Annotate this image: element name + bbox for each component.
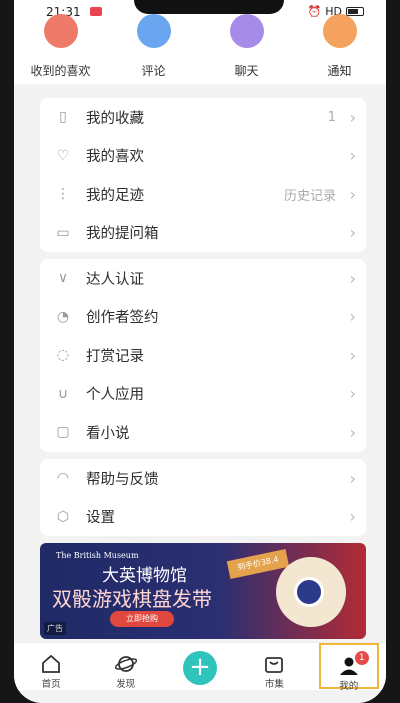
quick-notifications[interactable]: 通知 — [300, 14, 380, 84]
footprint-icon: ⋮ — [56, 186, 70, 203]
menu-item-creator-contract[interactable]: ◔ 创作者签约 › — [40, 298, 366, 337]
contract-icon: ◔ — [56, 308, 70, 325]
phone-screen: 21:31 ⏰ HD 收到的喜欢 评论 聊天 通知 ▯ 我的收藏 1 › ♡ 我… — [14, 0, 386, 703]
menu-item-question-box[interactable]: ▭ 我的提问箱 › — [40, 214, 366, 253]
menu-item-settings[interactable]: ⬡ 设置 › — [40, 498, 366, 537]
menu-group-support: ◠ 帮助与反馈 › ⬡ 设置 › — [40, 459, 366, 536]
menu-label: 我的足迹 — [86, 187, 144, 204]
quick-label: 聊天 — [234, 64, 259, 78]
buy-now-button[interactable]: 立即抢购 — [110, 611, 174, 627]
chevron-right-icon: › — [349, 223, 356, 243]
menu-group-personal: ▯ 我的收藏 1 › ♡ 我的喜欢 › ⋮ 我的足迹 历史记录 › ▭ 我的提问… — [40, 98, 366, 252]
tab-add[interactable]: + — [170, 643, 230, 691]
notch — [134, 0, 284, 14]
menu-item-likes[interactable]: ♡ 我的喜欢 › — [40, 137, 366, 176]
chevron-right-icon: › — [349, 422, 356, 442]
menu-label: 我的提问箱 — [86, 226, 159, 243]
alarm-icon: ⏰ — [307, 5, 322, 18]
bag-icon — [263, 653, 285, 675]
magnet-icon: ∪ — [57, 385, 69, 402]
ad-tag: 广告 — [44, 622, 66, 635]
bell-icon — [322, 14, 357, 48]
tab-label: 首页 — [41, 679, 61, 690]
tab-discover[interactable]: 发现 — [96, 643, 156, 691]
chevron-right-icon: › — [349, 507, 356, 527]
chevron-right-icon: › — [349, 307, 356, 327]
question-box-icon: ▭ — [56, 224, 70, 241]
home-icon — [40, 653, 62, 675]
ad-banner[interactable]: The British Museum 大英博物馆 双骰游戏棋盘发带 到手价38.… — [40, 543, 366, 639]
menu-item-personal-apps[interactable]: ∪ 个人应用 › — [40, 375, 366, 414]
bookmark-icon: ▯ — [59, 109, 67, 126]
menu-label: 看小说 — [86, 425, 130, 442]
tab-label: 发现 — [116, 679, 136, 690]
menu-value: 历史记录 — [283, 188, 336, 204]
banner-subtitle: 双骰游戏棋盘发带 — [52, 587, 212, 611]
menu-group-creator: ∨ 达人认证 › ◔ 创作者签约 › ◌ 打赏记录 › ∪ 个人应用 › ▢ 看… — [40, 259, 366, 452]
planet-icon — [114, 653, 137, 675]
headset-icon: ◠ — [56, 470, 70, 487]
chevron-right-icon: › — [349, 107, 356, 127]
tab-market[interactable]: 市集 — [244, 643, 304, 691]
quick-actions: 收到的喜欢 评论 聊天 通知 — [14, 14, 386, 84]
menu-label: 个人应用 — [86, 387, 144, 404]
heart-outline-icon: ♡ — [56, 147, 70, 164]
quick-received-likes[interactable]: 收到的喜欢 — [21, 14, 101, 84]
battery-icon — [346, 7, 364, 16]
heart-icon — [43, 14, 78, 48]
quick-label: 通知 — [327, 64, 352, 78]
book-icon: ▢ — [56, 424, 70, 441]
tip-icon: ◌ — [56, 347, 70, 364]
quick-chat[interactable]: 聊天 — [207, 14, 287, 84]
comment-icon — [136, 14, 171, 48]
menu-label: 我的喜欢 — [86, 149, 144, 166]
notification-badge: 1 — [354, 651, 369, 665]
add-icon: + — [182, 651, 217, 685]
chevron-right-icon: › — [349, 184, 356, 204]
menu-item-verification[interactable]: ∨ 达人认证 › — [40, 259, 366, 298]
menu-value: 1 — [327, 109, 336, 125]
menu-item-novels[interactable]: ▢ 看小说 › — [40, 413, 366, 452]
menu-label: 创作者签约 — [86, 310, 159, 327]
chevron-right-icon: › — [349, 146, 356, 166]
menu-item-footprints[interactable]: ⋮ 我的足迹 历史记录 › — [40, 175, 366, 214]
tab-label: 我的 — [339, 681, 359, 692]
verified-icon: ∨ — [57, 270, 69, 287]
menu-label: 我的收藏 — [86, 110, 144, 127]
quick-label: 收到的喜欢 — [30, 64, 91, 78]
tab-label: 市集 — [264, 679, 284, 690]
brand-logo: The British Museum — [56, 551, 139, 560]
quick-comments[interactable]: 评论 — [114, 14, 194, 84]
menu-label: 帮助与反馈 — [86, 471, 159, 488]
menu-item-favorites[interactable]: ▯ 我的收藏 1 › — [40, 98, 366, 137]
menu-label: 打赏记录 — [86, 348, 144, 365]
record-icon — [90, 7, 102, 16]
chevron-right-icon: › — [349, 345, 356, 365]
bottom-tab-bar: 首页 发现 + 市集 1 我的 — [14, 642, 386, 692]
tab-home[interactable]: 首页 — [21, 643, 81, 691]
quick-label: 评论 — [141, 64, 166, 78]
settings-icon: ⬡ — [56, 508, 70, 525]
menu-label: 达人认证 — [86, 271, 144, 288]
chevron-right-icon: › — [349, 384, 356, 404]
chevron-right-icon: › — [349, 268, 356, 288]
chat-icon — [229, 14, 264, 48]
menu-label: 设置 — [86, 510, 115, 527]
menu-item-help-feedback[interactable]: ◠ 帮助与反馈 › — [40, 459, 366, 498]
tab-me[interactable]: 1 我的 — [318, 643, 379, 692]
chevron-right-icon: › — [349, 468, 356, 488]
menu-item-tip-records[interactable]: ◌ 打赏记录 › — [40, 336, 366, 375]
ribbon-icon — [294, 577, 324, 607]
